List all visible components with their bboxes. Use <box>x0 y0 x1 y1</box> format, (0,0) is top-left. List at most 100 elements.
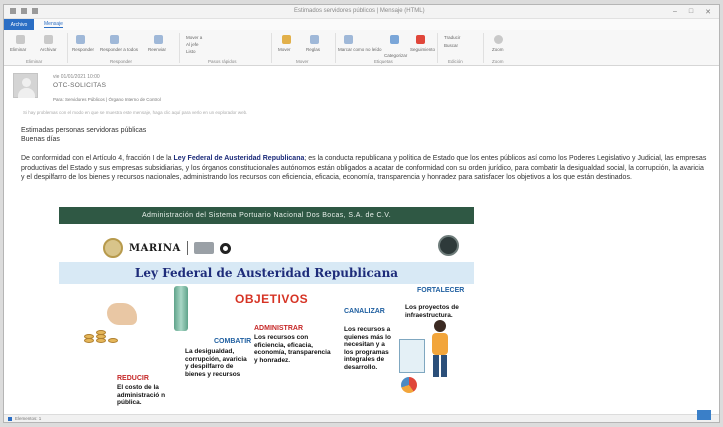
forward-icon[interactable] <box>154 35 163 44</box>
move-button[interactable]: Mover <box>278 47 291 52</box>
rules-icon[interactable] <box>310 35 319 44</box>
greeting-line-2: Buenas días <box>21 136 60 143</box>
objective-combat-text: La desigualdad, corrupción, avaricia y d… <box>185 348 247 378</box>
ribbon: Eliminar Archivar Eliminar Responder Res… <box>4 30 719 66</box>
folder-move-icon[interactable] <box>282 35 291 44</box>
avatar-head <box>22 78 31 87</box>
status-bar: Elementos: 1 <box>4 410 719 422</box>
quick-step-move[interactable]: Mover a <box>186 35 202 40</box>
mark-unread-icon[interactable] <box>344 35 353 44</box>
status-left: Elementos: 1 <box>8 416 41 421</box>
flyer-logos: MARINA <box>103 238 231 258</box>
ribbon-group-delete: Eliminar Archivar Eliminar <box>8 33 68 64</box>
ribbon-group-label: Mover <box>296 59 309 64</box>
tab-message[interactable]: Mensaje <box>44 21 63 28</box>
minimize-button[interactable]: – <box>673 8 677 16</box>
ribbon-group-zoom: Zoom Zoom <box>486 33 512 64</box>
window-title: Estimados servidores públicos | Mensaje … <box>294 8 425 14</box>
ribbon-group-label: Edición <box>448 59 463 64</box>
sender-name[interactable]: OTC-SOLICITAS <box>53 82 106 89</box>
maximize-button[interactable]: □ <box>689 8 693 16</box>
objective-strengthen-text: Los proyectos de infraestructura. <box>405 304 459 319</box>
status-text: Elementos: 1 <box>15 416 42 421</box>
categorize-icon[interactable] <box>390 35 399 44</box>
delete-button[interactable]: Eliminar <box>10 47 26 52</box>
redo-icon[interactable] <box>32 8 38 14</box>
categorize-button[interactable]: Categorizar <box>384 53 407 58</box>
tab-file[interactable]: Archivo <box>4 19 34 30</box>
archive-icon[interactable] <box>44 35 53 44</box>
government-logo <box>193 242 214 254</box>
mark-unread-button[interactable]: Marcar como no leído <box>338 47 382 52</box>
info-bar[interactable]: Si hay problemas con el modo en que se m… <box>23 110 247 115</box>
objective-channel-heading: CANALIZAR <box>344 308 385 315</box>
coin-icon <box>84 334 94 339</box>
save-icon[interactable] <box>10 8 16 14</box>
reply-all-button[interactable]: Responder a todos <box>100 47 138 52</box>
reply-button[interactable]: Responder <box>72 47 94 52</box>
title-bar: Estimados servidores públicos | Mensaje … <box>4 5 719 19</box>
ribbon-group-label: Eliminar <box>26 59 43 64</box>
find-button[interactable]: Buscar <box>444 43 458 48</box>
ribbon-group-quick-steps: Mover a Al jefe Listo Pasos rápidos <box>182 33 272 64</box>
objectives-heading: OBJETIVOS <box>235 292 309 306</box>
greeting-line-1: Estimadas personas servidoras públicas <box>21 127 147 134</box>
status-icon <box>8 416 12 421</box>
message-date: vie 01/01/2021 10:00 <box>53 74 100 80</box>
follow-up-button[interactable]: Seguimiento <box>410 47 435 52</box>
reply-icon[interactable] <box>76 35 85 44</box>
email-window: Estimados servidores públicos | Mensaje … <box>3 4 720 423</box>
avatar-body <box>18 88 35 98</box>
window-controls: – □ ✕ <box>673 8 711 16</box>
objective-strengthen-heading: FORTALECER <box>417 287 465 294</box>
quick-step-manager[interactable]: Al jefe <box>186 42 199 47</box>
view-toggle-button[interactable] <box>697 410 711 420</box>
flag-icon[interactable] <box>416 35 425 44</box>
objective-reduce-text: El costo de la administració n pública. <box>117 384 166 406</box>
ribbon-group-label: Etiquetas <box>374 59 393 64</box>
zoom-button[interactable]: Zoom <box>492 47 504 52</box>
objective-combat-heading: COMBATIR <box>214 338 252 345</box>
ribbon-group-respond: Responder Responder a todos Reenviar Res… <box>70 33 180 64</box>
sender-avatar <box>13 73 38 98</box>
paragraph-start: De conformidad con el Artículo 4, fracci… <box>21 155 174 162</box>
translate-button[interactable]: Traducir <box>444 35 460 40</box>
port-logo <box>438 235 459 256</box>
rules-button[interactable]: Reglas <box>306 47 320 52</box>
reply-all-icon[interactable] <box>110 35 119 44</box>
quick-access-toolbar <box>10 8 38 14</box>
coin-stack-illustration <box>174 286 188 331</box>
flyer-title: Ley Federal de Austeridad Republicana <box>134 266 399 280</box>
objective-administer-heading: ADMINISTRAR <box>254 325 303 332</box>
ribbon-tabs: Archivo Mensaje <box>4 19 719 30</box>
close-button[interactable]: ✕ <box>705 8 711 16</box>
ribbon-group-editing: Traducir Buscar Edición <box>440 33 484 64</box>
austerity-flyer: Administración del Sistema Portuario Nac… <box>59 207 474 419</box>
marina-anchor-logo <box>103 238 123 258</box>
logo-divider <box>186 241 188 255</box>
flyer-banner: Administración del Sistema Portuario Nac… <box>59 207 474 224</box>
pie-chart-illustration <box>401 377 417 393</box>
archive-button[interactable]: Archivar <box>40 47 57 52</box>
zoom-icon[interactable] <box>494 35 503 44</box>
forward-button[interactable]: Reenviar <box>148 47 166 52</box>
circle-logo <box>219 242 231 254</box>
marina-wordmark: MARINA <box>129 242 181 254</box>
objective-channel-text: Los recursos a quienes más lo necesitan … <box>344 326 391 371</box>
law-name: Ley Federal de Austeridad Republicana <box>173 155 305 162</box>
body-paragraph: De conformidad con el Artículo 4, fracci… <box>21 154 709 183</box>
person-illustration <box>432 320 448 377</box>
ribbon-group-label: Zoom <box>492 59 504 64</box>
quick-step-done[interactable]: Listo <box>186 49 196 54</box>
delete-icon[interactable] <box>16 35 25 44</box>
objective-reduce-heading: REDUCIR <box>117 375 149 382</box>
objective-administer-text: Los recursos con eficiencia, eficacia, e… <box>254 334 331 364</box>
ribbon-group-move: Mover Reglas Mover <box>274 33 336 64</box>
undo-icon[interactable] <box>21 8 27 14</box>
recipients: Para: Servidores Públicos | Órgano Inter… <box>53 97 161 102</box>
ribbon-group-label: Responder <box>110 59 133 64</box>
document-illustration <box>399 339 425 373</box>
coins-illustration <box>84 320 124 350</box>
ribbon-group-tags: Marcar como no leído Categorizar Seguimi… <box>338 33 438 64</box>
coin-icon <box>108 338 118 343</box>
